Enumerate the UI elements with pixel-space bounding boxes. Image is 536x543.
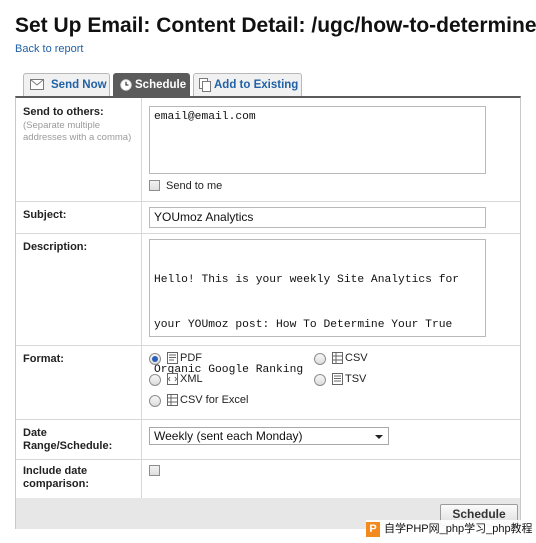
schedule-form-panel: Send to others: (Separate multiple addre… [15, 96, 521, 529]
format-tsv-label: TSV [345, 373, 367, 385]
format-csv-excel-label: CSV for Excel [180, 394, 249, 406]
format-tsv-radio[interactable] [314, 374, 326, 386]
format-label: Format: [23, 353, 64, 365]
subject-input[interactable]: YOUmoz Analytics [149, 207, 486, 228]
pdf-icon [167, 352, 178, 364]
date-range-row: Date Range/Schedule: Weekly (sent each M… [16, 419, 520, 460]
description-input[interactable]: Hello! This is your weekly Site Analytic… [149, 239, 486, 376]
send-to-input[interactable]: email@email.com [149, 106, 486, 174]
tab-schedule-label: Schedule [135, 79, 187, 91]
csv-icon [332, 352, 343, 364]
php-logo-icon: P [366, 522, 380, 537]
format-pdf-radio[interactable] [149, 353, 161, 365]
send-to-label: Send to others: (Separate multiple addre… [23, 106, 133, 144]
format-csv-radio[interactable] [314, 353, 326, 365]
format-pdf-label: PDF [180, 352, 202, 364]
tab-add-to-existing[interactable]: Add to Existing [193, 73, 302, 96]
xml-icon [167, 373, 178, 385]
format-csv-label: CSV [345, 352, 368, 364]
page-title: Set Up Email: Content Detail: /ugc/how-t… [15, 14, 536, 37]
send-to-me-checkbox[interactable] [149, 180, 160, 191]
column-divider [141, 459, 142, 498]
back-to-report-link[interactable]: Back to report [15, 43, 83, 55]
column-divider [141, 419, 142, 459]
excel-csv-icon [167, 394, 178, 406]
format-xml-label: XML [180, 373, 203, 385]
date-comparison-row: Include date comparison: [16, 459, 520, 498]
documents-icon [199, 78, 211, 92]
column-divider [141, 233, 142, 345]
date-range-select[interactable]: Weekly (sent each Monday) [149, 427, 389, 445]
subject-label: Subject: [23, 209, 67, 221]
tab-send-now-label: Send Now [51, 79, 107, 91]
description-label: Description: [23, 241, 88, 253]
format-xml-radio[interactable] [149, 374, 161, 386]
format-csv-excel-radio[interactable] [149, 395, 161, 407]
column-divider [141, 345, 142, 419]
description-line: your YOUmoz post: How To Determine Your … [154, 319, 453, 331]
site-watermark: P 自学PHP网_php学习_php教程 [366, 520, 536, 539]
date-comparison-checkbox[interactable] [149, 465, 160, 476]
send-to-row: Send to others: (Separate multiple addre… [16, 98, 520, 202]
send-to-label-text: Send to others: [23, 106, 104, 118]
watermark-text: 自学PHP网_php学习_php教程 [384, 523, 533, 535]
date-comparison-label: Include date comparison: [23, 465, 90, 490]
format-row: Format: PDF CSV XML TSV CSV for Excel [16, 345, 520, 420]
tab-schedule[interactable]: Schedule [113, 73, 190, 96]
date-range-label: Date Range/Schedule: [23, 427, 113, 452]
tab-send-now[interactable]: Send Now [23, 73, 110, 96]
chevron-down-icon [375, 435, 383, 439]
column-divider [141, 201, 142, 233]
date-range-selected: Weekly (sent each Monday) [154, 429, 303, 443]
send-to-hint: (Separate multiple addresses with a comm… [23, 120, 132, 143]
send-to-me-label: Send to me [166, 180, 223, 192]
tsv-icon [332, 373, 343, 385]
clock-icon [120, 79, 132, 91]
subject-row: Subject: YOUmoz Analytics [16, 201, 520, 234]
description-line: Hello! This is your weekly Site Analytic… [154, 274, 460, 286]
description-row: Description: Hello! This is your weekly … [16, 233, 520, 376]
envelope-icon [30, 79, 44, 90]
tab-add-to-existing-label: Add to Existing [214, 79, 299, 91]
column-divider [141, 98, 142, 201]
